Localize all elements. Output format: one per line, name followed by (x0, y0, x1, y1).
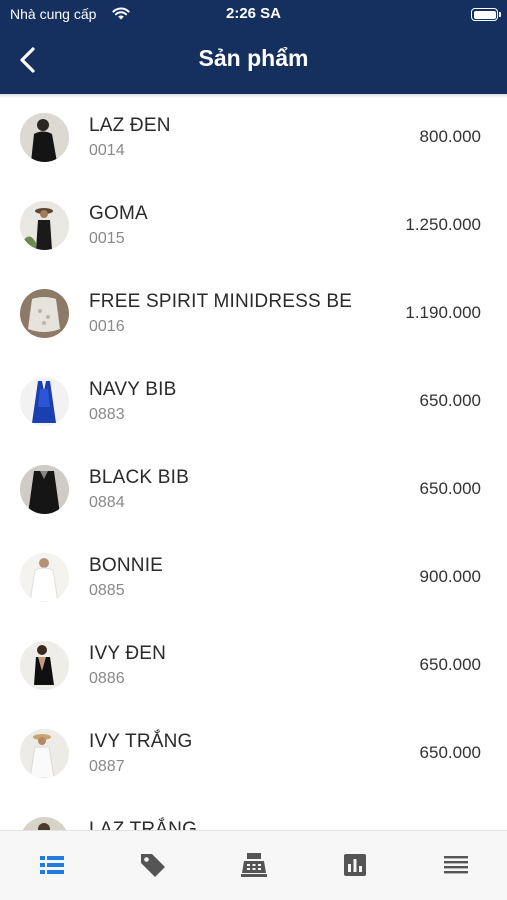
product-row[interactable]: FREE SPIRIT MINIDRESS BE 0016 1.190.000 (0, 270, 507, 358)
product-price: 650.000 (419, 743, 481, 762)
product-thumbnail (20, 817, 69, 830)
product-row[interactable]: IVY TRẮNG 0887 650.000 (0, 710, 507, 798)
product-price: 800.000 (419, 127, 481, 146)
product-name: BLACK BIB (89, 467, 190, 488)
product-name: NAVY BIB (89, 379, 177, 400)
product-list[interactable]: LAZ ĐEN 0014 800.000 GOMA 0015 1.250.000… (0, 94, 507, 830)
product-name: IVY TRẮNG (89, 731, 193, 752)
product-code: 0014 (89, 142, 125, 159)
product-thumbnail (20, 201, 69, 250)
product-price: 650.000 (419, 479, 481, 498)
product-thumbnail (20, 289, 69, 338)
product-thumbnail (20, 113, 69, 162)
product-name: BONNIE (89, 555, 164, 576)
product-code: 0885 (89, 582, 125, 599)
tab-cash-register[interactable] (239, 851, 269, 879)
product-code: 0016 (89, 318, 125, 335)
product-thumbnail (20, 465, 69, 514)
product-price: 1.190.000 (405, 303, 481, 322)
tag-icon (141, 854, 165, 877)
product-thumbnail (20, 377, 69, 426)
product-row[interactable]: BLACK BIB 0884 650.000 (0, 446, 507, 534)
product-row[interactable]: BONNIE 0885 900.000 (0, 534, 507, 622)
product-code: 0886 (89, 670, 125, 687)
list-icon (40, 856, 64, 874)
product-thumbnail (20, 553, 69, 602)
product-row[interactable]: LAZ ĐEN 0014 800.000 (0, 94, 507, 182)
product-code: 0883 (89, 406, 125, 423)
product-row[interactable]: GOMA 0015 1.250.000 (0, 182, 507, 270)
tab-products[interactable] (37, 851, 67, 879)
product-name: IVY ĐEN (89, 643, 167, 664)
tab-tags[interactable] (138, 851, 168, 879)
product-code: 0015 (89, 230, 125, 247)
product-name: LAZ ĐEN (89, 115, 171, 136)
status-time: 2:26 SA (225, 5, 282, 22)
product-name: FREE SPIRIT MINIDRESS BE (89, 291, 353, 312)
navigation-header: Nhà cung cấp 2:26 SA Sản phẩm (0, 0, 507, 94)
battery-icon (471, 8, 501, 21)
product-code: 0884 (89, 494, 125, 511)
product-price: 1.250.000 (405, 215, 481, 234)
product-row[interactable]: NAVY BIB 0883 650.000 (0, 358, 507, 446)
product-thumbnail (20, 729, 69, 778)
product-row[interactable]: IVY ĐEN 0886 650.000 (0, 622, 507, 710)
menu-icon (444, 856, 468, 874)
tab-menu[interactable] (441, 851, 471, 879)
product-thumbnail (20, 641, 69, 690)
product-row[interactable]: LAZ TRẮNG (0, 798, 507, 830)
bottom-tab-bar (0, 830, 507, 900)
product-name: GOMA (89, 203, 148, 224)
page-title: Sản phẩm (198, 45, 309, 71)
product-price: 900.000 (419, 567, 481, 586)
status-bar: Nhà cung cấp 2:26 SA (0, 0, 507, 28)
header-shadow (0, 94, 507, 98)
bar-chart-icon (344, 854, 366, 876)
product-price: 650.000 (419, 391, 481, 410)
tab-reports[interactable] (340, 851, 370, 879)
product-name: LAZ TRẮNG (89, 819, 198, 830)
product-code: 0887 (89, 758, 125, 775)
cash-register-icon (241, 853, 267, 877)
product-price: 650.000 (419, 655, 481, 674)
